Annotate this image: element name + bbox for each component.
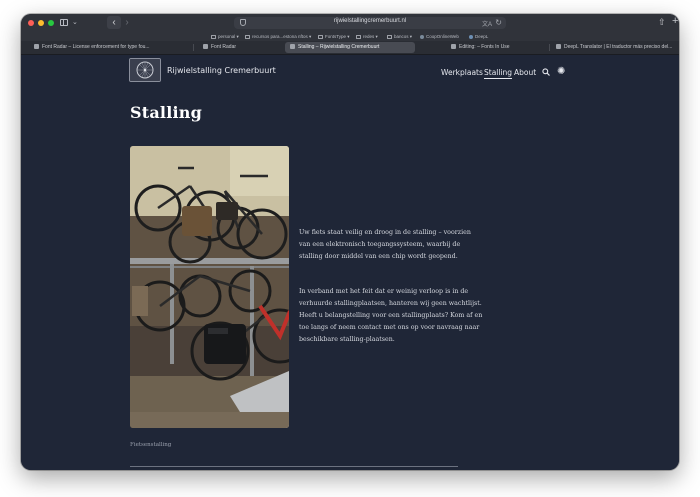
tab-fonts-in-use[interactable]: Editing: – Fonts In Use: [446, 42, 546, 53]
folder-icon: [356, 35, 361, 39]
folder-icon: [387, 35, 392, 39]
bookmark-link[interactable]: CoopOnlineWeb: [420, 34, 459, 39]
favicon-icon: [34, 44, 39, 49]
translate-icon[interactable]: 文A: [482, 19, 492, 28]
bicycles-image: [130, 146, 289, 428]
favicon-icon: [451, 44, 456, 49]
search-icon[interactable]: [542, 68, 550, 76]
reload-icon[interactable]: ↻: [495, 18, 502, 27]
site-title[interactable]: Rijwielstalling Cremerbuurt: [167, 66, 276, 75]
close-window-button[interactable]: [28, 20, 34, 26]
sidebar-toggle-icon[interactable]: [60, 19, 68, 26]
url-text[interactable]: rijwielstallingcremerbuurt.nl: [234, 18, 506, 24]
zoom-window-button[interactable]: [48, 20, 54, 26]
favicon-icon: [290, 44, 295, 49]
share-icon[interactable]: ⇧: [658, 17, 666, 28]
deepl-favicon-icon: [469, 34, 473, 39]
tab-separator: [549, 44, 550, 51]
tab-separator: [193, 44, 194, 51]
intro-paragraph: Uw fiets staat veilig en droog in de sta…: [299, 229, 471, 260]
bookmark-folder[interactable]: redes ▾: [356, 34, 378, 40]
content-divider: [130, 466, 458, 467]
folder-icon: [211, 35, 216, 39]
site-favicon-icon: [420, 34, 424, 39]
tab-deepl[interactable]: DeepL Translator | El traductor más prec…: [551, 42, 675, 53]
new-tab-icon[interactable]: +: [672, 15, 678, 27]
tab-bar: Font Radar – License enforcement for typ…: [21, 41, 679, 55]
web-page: Rijwielstalling Cremerbuurt Werkplaats S…: [21, 55, 679, 470]
address-bar[interactable]: rijwielstallingcremerbuurt.nl 文A ↻: [234, 17, 506, 29]
nav-about[interactable]: About: [514, 68, 536, 77]
nav-werkplaats[interactable]: Werkplaats: [441, 68, 483, 77]
favicon-icon: [556, 44, 561, 49]
forward-button[interactable]: ›: [121, 16, 133, 29]
nav-stalling[interactable]: Stalling: [484, 68, 513, 79]
window-controls: [28, 20, 54, 26]
availability-paragraph: In verband met het feit dat er weinig ve…: [299, 288, 483, 343]
bookmark-folder[interactable]: FontsType ▾: [318, 34, 350, 40]
bookmark-folder[interactable]: personal ▾: [211, 34, 239, 40]
site-logo[interactable]: [129, 58, 161, 82]
tab-font-radar-license[interactable]: Font Radar – License enforcement for typ…: [29, 42, 189, 53]
chevron-down-icon[interactable]: ⌄: [72, 18, 78, 26]
tab-stalling[interactable]: Stalling – Rijwielstalling Cremerbuurt: [285, 42, 415, 53]
bookmark-folder[interactable]: recursos para...estona nftos ▾: [245, 34, 311, 40]
gear-icon[interactable]: ✺: [557, 67, 565, 77]
folder-icon: [245, 35, 250, 39]
favicon-icon: [203, 44, 208, 49]
bookmark-link[interactable]: DeepL: [469, 34, 488, 39]
folder-icon: [318, 35, 323, 39]
bicycle-storage-photo: [130, 146, 289, 428]
bookmark-folder[interactable]: bancos ▾: [387, 34, 412, 40]
bicycle-wheel-logo-icon: [130, 59, 160, 81]
browser-toolbar: ⌄ ‹ › rijwielstallingcremerbuurt.nl 文A ↻…: [21, 14, 679, 32]
page-title: Stalling: [130, 103, 202, 122]
back-button[interactable]: ‹: [107, 16, 121, 29]
photo-caption: Fietsenstalling: [130, 442, 172, 448]
bookmarks-bar: personal ▾ recursos para...estona nftos …: [21, 32, 679, 41]
tab-font-radar[interactable]: Font Radar: [198, 42, 288, 53]
browser-window: ⌄ ‹ › rijwielstallingcremerbuurt.nl 文A ↻…: [21, 14, 679, 470]
minimize-window-button[interactable]: [38, 20, 44, 26]
